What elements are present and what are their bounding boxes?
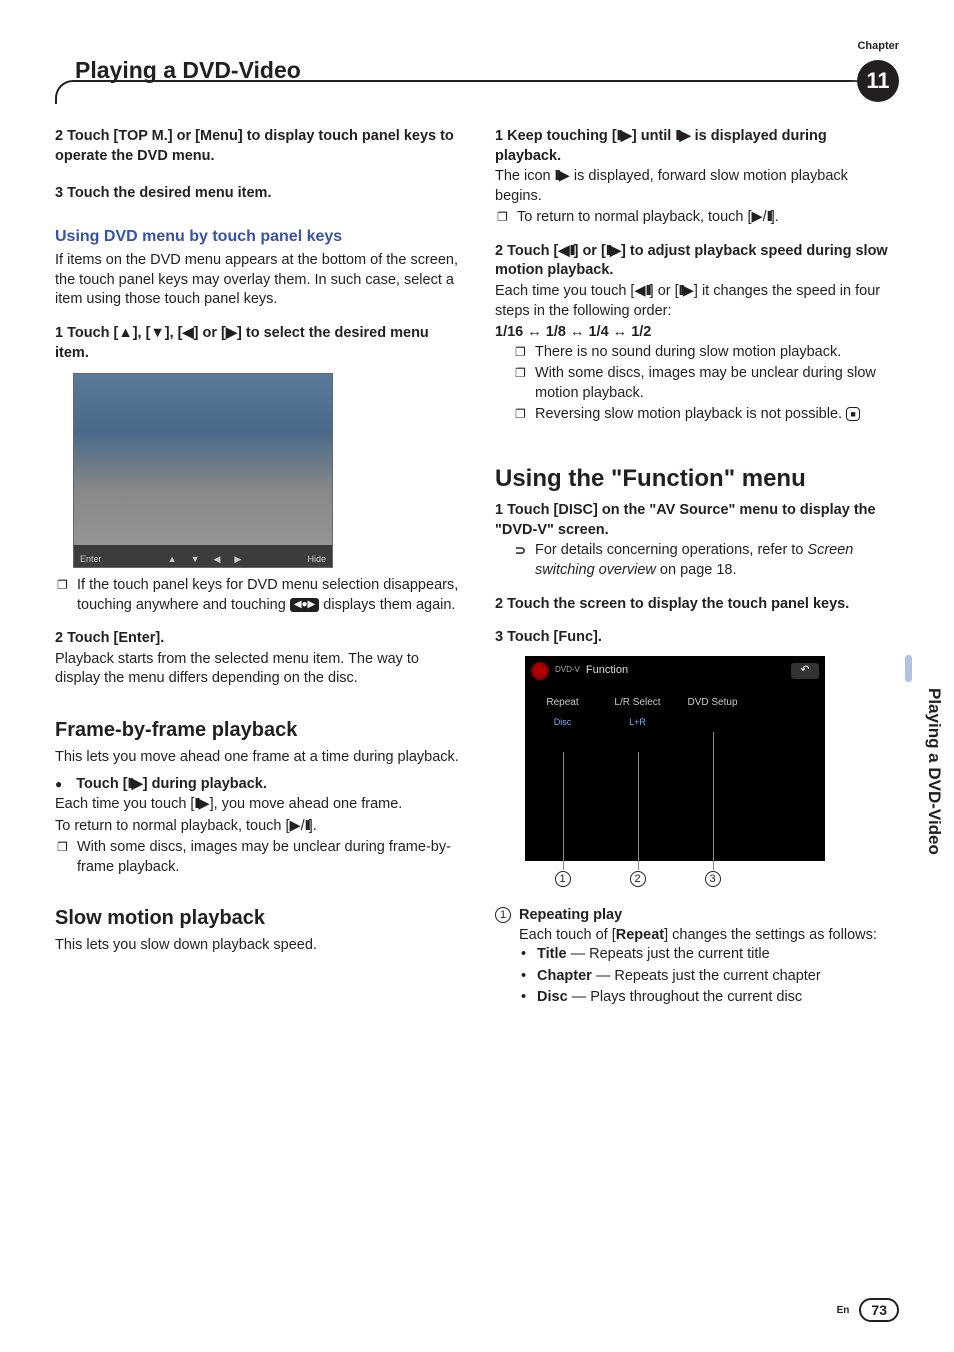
section-title: Frame-by-frame playback (55, 717, 460, 744)
left-column: 2 Touch [TOP M.] or [Menu] to display to… (55, 127, 460, 1010)
step-heading: 3 Touch [Func]. (495, 628, 895, 648)
step-heading: 2 Touch the screen to display the touch … (495, 595, 895, 615)
note-list: To return to normal playback, touch [▶/I… (495, 208, 895, 228)
right-column: 1 Keep touching [II▶] until II▶ is displ… (495, 127, 895, 1010)
repeat-button: Repeat (525, 696, 600, 710)
stop-icon: ■ (846, 407, 860, 421)
bullet-item: Disc — Plays throughout the current disc (537, 988, 895, 1008)
step-heading: 2 Touch [TOP M.] or [Menu] to display to… (55, 127, 460, 166)
note-item: With some discs, images may be unclear d… (535, 364, 895, 403)
repeat-value: Disc (525, 716, 600, 728)
section-title: Using the "Function" menu (495, 463, 895, 495)
hide-button-label: Hide (307, 553, 326, 565)
bullet-item: Chapter — Repeats just the current chapt… (537, 967, 895, 987)
up-icon: ▲ (168, 553, 177, 565)
body-text: Each time you touch [◀II] or [II▶] it ch… (495, 282, 895, 321)
back-icon: ↶ (791, 663, 819, 679)
touch-controls-icon: ◀●▶ (290, 598, 319, 612)
step-heading: 2 Touch [Enter]. (55, 629, 460, 649)
speed-steps: 1/16 ↔ 1/8 ↔ 1/4 ↔ 1/2 (495, 323, 895, 343)
body-text: This lets you slow down playback speed. (55, 936, 460, 956)
note-list: If the touch panel keys for DVD menu sel… (55, 576, 460, 615)
dvdv-label: DVD-V (555, 665, 580, 676)
disc-icon (531, 662, 549, 680)
step-heading: 3 Touch the desired menu item. (55, 184, 460, 204)
pointer-list: For details concerning operations, refer… (495, 541, 895, 580)
function-label: Function (586, 663, 628, 678)
step-heading: 1 Keep touching [II▶] until II▶ is displ… (495, 127, 895, 166)
body-text: The icon II▶ is displayed, forward slow … (495, 167, 895, 206)
chapter-number-badge: 11 (857, 60, 899, 102)
pointer-item: For details concerning operations, refer… (535, 541, 895, 580)
note-list: With some discs, images may be unclear d… (55, 838, 460, 877)
callout-body: Each touch of [Repeat] changes the setti… (519, 926, 895, 946)
slow-motion-icon: II (675, 128, 679, 144)
section-title: Slow motion playback (55, 905, 460, 932)
dvd-setup-button: DVD Setup (675, 696, 750, 710)
right-icon: ▶ (234, 553, 241, 565)
step-heading: 1 Touch [▲], [▼], [◀] or [▶] to select t… (55, 324, 460, 363)
lang-label: En (837, 1305, 850, 1316)
side-tab: Playing a DVD-Video (924, 688, 944, 855)
body-text: This lets you move ahead one frame at a … (55, 748, 460, 768)
body-text: If items on the DVD menu appears at the … (55, 251, 460, 310)
lr-select-button: L/R Select (600, 696, 675, 710)
chapter-label: Chapter (857, 40, 899, 52)
step-heading: 1 Touch [DISC] on the "AV Source" menu t… (495, 501, 895, 540)
body-text: Each time you touch [II▶], you move ahea… (55, 795, 460, 815)
note-item: To return to normal playback, touch [▶/I… (517, 208, 895, 228)
bullet-list: Title — Repeats just the current title C… (519, 945, 895, 1008)
sub-heading: Using DVD menu by touch panel keys (55, 226, 460, 248)
callout-2: 2 (630, 871, 646, 887)
title-bar: Playing a DVD-Video 11 (55, 60, 899, 87)
callout-item: 1 Repeating play Each touch of [Repeat] … (495, 906, 895, 1008)
note-item: There is no sound during slow motion pla… (535, 343, 895, 363)
body-text: Playback starts from the selected menu i… (55, 650, 460, 689)
callout-3: 3 (705, 871, 721, 887)
enter-button-label: Enter (80, 553, 102, 565)
callout-title: Repeating play (519, 907, 622, 923)
bullet-item: Title — Repeats just the current title (537, 945, 895, 965)
callout-1: 1 (555, 871, 571, 887)
side-tab-indicator (905, 655, 912, 682)
lr-value: L+R (600, 716, 675, 728)
note-item: If the touch panel keys for DVD menu sel… (77, 576, 460, 615)
step-heading: 2 Touch [◀II] or [II▶] to adjust playbac… (495, 242, 895, 281)
function-menu-screenshot: DVD-V Function ↶ Repeat L/R Select DVD S… (525, 656, 825, 861)
note-item: Reversing slow motion playback is not po… (535, 405, 895, 425)
down-icon: ▼ (191, 553, 200, 565)
callout-number-1: 1 (495, 907, 511, 923)
body-text: To return to normal playback, touch [▶/I… (55, 817, 460, 837)
note-item: With some discs, images may be unclear d… (77, 838, 460, 877)
note-list: There is no sound during slow motion pla… (495, 343, 895, 425)
dvd-menu-screenshot: Enter ▲ ▼ ◀ ▶ Hide (73, 373, 333, 568)
page-footer: En 73 (837, 1298, 899, 1322)
bullet-heading: Touch [II▶] during playback. (55, 775, 460, 795)
page-number: 73 (859, 1298, 899, 1322)
left-icon: ◀ (214, 553, 221, 565)
